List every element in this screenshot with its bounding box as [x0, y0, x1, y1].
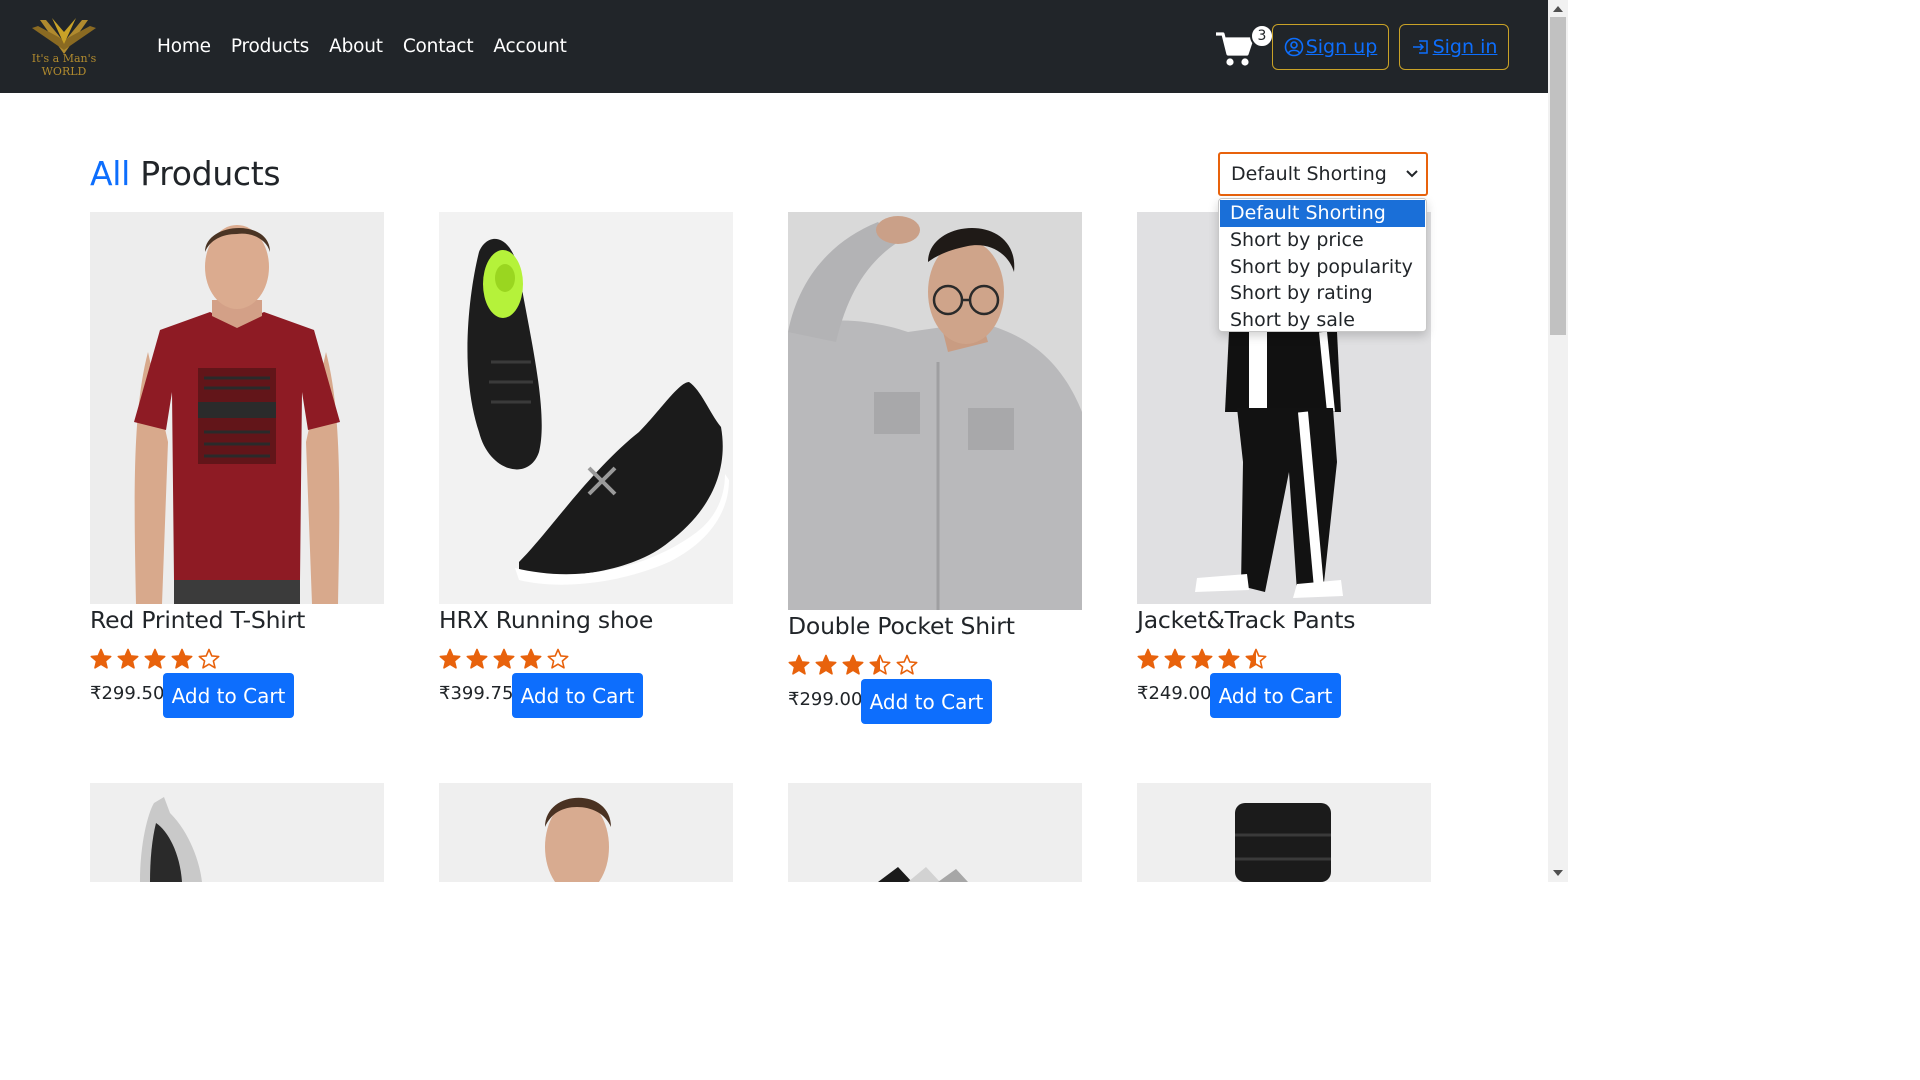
signin-link[interactable]: Sign in: [1433, 36, 1498, 58]
signup-button[interactable]: Sign up: [1272, 24, 1389, 70]
star-filled-icon: [439, 648, 461, 669]
add-to-cart-button[interactable]: Add to Cart: [861, 679, 992, 724]
signup-link[interactable]: Sign up: [1306, 36, 1378, 58]
star-filled-icon: [788, 654, 810, 675]
sort-dropdown-menu: Default Shorting Short by price Short by…: [1218, 198, 1427, 332]
page-title: All Products: [90, 154, 281, 193]
product-image[interactable]: [439, 212, 733, 604]
sort-option-default[interactable]: Default Shorting: [1220, 200, 1425, 227]
sort-option-rating[interactable]: Short by rating: [1219, 280, 1426, 307]
page-title-rest: Products: [140, 154, 281, 193]
nav-links: Home Products About Contact Account: [157, 36, 567, 57]
navbar: It's a Man's WORLD Home Products About C…: [0, 0, 1548, 93]
star-filled-icon: [1191, 648, 1213, 669]
product-image[interactable]: [90, 783, 384, 882]
sort-select[interactable]: Default Shorting: [1218, 152, 1428, 196]
add-to-cart-button[interactable]: Add to Cart: [1210, 673, 1341, 718]
star-filled-icon: [520, 648, 542, 669]
cart-icon[interactable]: [1214, 30, 1254, 68]
scroll-up-arrow-icon[interactable]: [1553, 6, 1563, 12]
nav-link-products[interactable]: Products: [231, 36, 309, 57]
star-filled-icon: [117, 648, 139, 669]
add-to-cart-button[interactable]: Add to Cart: [512, 673, 643, 718]
scroll-thumb[interactable]: [1550, 17, 1566, 335]
product-image[interactable]: [1137, 783, 1431, 882]
page-title-accent: All: [90, 154, 131, 193]
product-price: ₹299.00: [788, 689, 863, 710]
product-name[interactable]: Red Printed T-Shirt: [90, 606, 305, 634]
box-arrow-in-right-icon: [1412, 40, 1428, 54]
star-filled-icon: [466, 648, 488, 669]
product-price: ₹399.75: [439, 683, 514, 704]
nav-link-about[interactable]: About: [329, 36, 383, 57]
star-filled-icon: [1137, 648, 1159, 669]
scroll-down-arrow-icon[interactable]: [1553, 870, 1563, 876]
product-price: ₹299.50: [90, 683, 165, 704]
rating-stars: [90, 648, 220, 670]
logo-line1: It's a Man's: [32, 52, 97, 65]
product-image[interactable]: [439, 783, 733, 882]
star-filled-icon: [1164, 648, 1186, 669]
star-filled-icon: [842, 654, 864, 675]
star-filled-icon: [90, 648, 112, 669]
rating-stars: [1137, 648, 1267, 670]
product-name[interactable]: Double Pocket Shirt: [788, 612, 1015, 640]
product-name[interactable]: Jacket&Track Pants: [1137, 606, 1355, 634]
star-half-icon: [1245, 648, 1267, 669]
product-image[interactable]: [90, 212, 384, 604]
star-filled-icon: [493, 648, 515, 669]
product-image[interactable]: [788, 783, 1082, 882]
star-filled-icon: [815, 654, 837, 675]
page-scrollbar[interactable]: [1548, 0, 1568, 882]
star-filled-icon: [171, 648, 193, 669]
star-filled-icon: [1218, 648, 1240, 669]
star-empty-icon: [896, 654, 918, 675]
add-to-cart-button[interactable]: Add to Cart: [163, 673, 294, 718]
product-name[interactable]: HRX Running shoe: [439, 606, 653, 634]
brand-logo[interactable]: It's a Man's WORLD: [12, 14, 116, 80]
star-empty-icon: [198, 648, 220, 669]
rating-stars: [788, 654, 918, 676]
sort-option-price[interactable]: Short by price: [1219, 227, 1426, 254]
sort-selected-value: Default Shorting: [1231, 163, 1387, 185]
sort-option-popularity[interactable]: Short by popularity: [1219, 254, 1426, 281]
person-circle-icon: [1284, 37, 1304, 57]
sort-option-sale[interactable]: Short by sale: [1219, 307, 1426, 334]
product-image[interactable]: [788, 212, 1082, 610]
star-filled-icon: [144, 648, 166, 669]
star-empty-icon: [547, 648, 569, 669]
rating-stars: [439, 648, 569, 670]
chevron-down-icon: [1406, 170, 1418, 178]
product-price: ₹249.00: [1137, 683, 1212, 704]
nav-link-account[interactable]: Account: [493, 36, 566, 57]
signin-button[interactable]: Sign in: [1399, 24, 1509, 70]
logo-line2: WORLD: [42, 65, 87, 78]
star-half-icon: [869, 654, 891, 675]
cart-count-badge: 3: [1250, 24, 1274, 48]
nav-link-contact[interactable]: Contact: [403, 36, 474, 57]
nav-link-home[interactable]: Home: [157, 36, 211, 57]
